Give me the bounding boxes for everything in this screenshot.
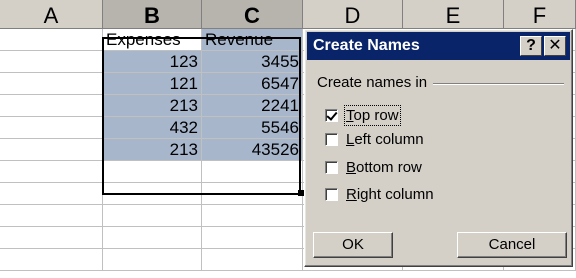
left-column-option[interactable]: Left column (325, 128, 424, 150)
column-header-d[interactable]: D (303, 0, 403, 29)
cell-c[interactable]: 2241 (202, 95, 303, 117)
cell-c[interactable] (202, 183, 303, 205)
column-header-label: D (344, 3, 361, 28)
right-column-option[interactable]: Right column (325, 183, 434, 205)
group-label: Create names in (317, 74, 434, 91)
bottom-row-label: Bottom row (346, 158, 422, 176)
right-column-label: Right column (346, 185, 434, 203)
cell-a[interactable] (0, 249, 103, 271)
help-button[interactable]: ? (520, 36, 542, 56)
cell-c[interactable] (202, 161, 303, 183)
cell-c[interactable] (202, 227, 303, 249)
cell-b[interactable] (103, 249, 202, 271)
cell-a[interactable] (0, 227, 103, 249)
bottom-row-checkbox[interactable] (325, 160, 338, 174)
cell-c[interactable] (202, 249, 303, 271)
cell-b[interactable]: 123 (103, 51, 202, 73)
top-row-option[interactable]: Top row (325, 104, 401, 126)
column-header-label: C (244, 3, 260, 28)
cell-a[interactable] (0, 205, 103, 227)
cell-b[interactable]: 121 (103, 73, 202, 95)
column-header-a[interactable]: A (0, 0, 103, 29)
cell-a[interactable] (0, 183, 103, 205)
cell-a[interactable] (0, 95, 103, 117)
cell-a[interactable] (0, 51, 103, 73)
dialog-title: Create Names (313, 37, 420, 54)
cell-c[interactable]: 43526 (202, 139, 303, 161)
column-headers: A B C D E F (0, 0, 576, 30)
top-row-checkbox[interactable] (325, 108, 338, 122)
cell-b[interactable]: Expenses (103, 29, 202, 51)
cell-b[interactable]: 213 (103, 95, 202, 117)
cell-b[interactable]: 432 (103, 117, 202, 139)
cell-c[interactable]: 3455 (202, 51, 303, 73)
left-column-checkbox[interactable] (325, 132, 338, 146)
column-header-label: A (43, 3, 59, 28)
cell-a[interactable] (0, 73, 103, 95)
cell-b[interactable] (103, 161, 202, 183)
right-column-checkbox[interactable] (325, 187, 338, 201)
cell-c[interactable]: 6547 (202, 73, 303, 95)
close-icon[interactable]: ✕ (544, 36, 566, 56)
column-header-e[interactable]: E (403, 0, 504, 29)
top-row-label: Top row (344, 104, 401, 126)
bottom-row-option[interactable]: Bottom row (325, 156, 422, 178)
cell-a[interactable] (0, 117, 103, 139)
dialog-title-bar[interactable]: Create Names ? ✕ (307, 32, 570, 60)
cell-c[interactable]: Revenue (202, 29, 303, 51)
cell-a[interactable] (0, 161, 103, 183)
cell-b[interactable] (103, 205, 202, 227)
cell-a[interactable] (0, 29, 103, 51)
cell-b[interactable] (103, 183, 202, 205)
create-names-dialog: Create Names ? ✕ Create names in Top row… (304, 29, 573, 267)
column-header-label: F (532, 3, 547, 28)
ok-button[interactable]: OK (313, 232, 393, 258)
cell-c[interactable]: 5546 (202, 117, 303, 139)
column-header-f[interactable]: F (504, 0, 576, 29)
column-header-c[interactable]: C (202, 0, 303, 29)
cancel-button[interactable]: Cancel (457, 232, 567, 258)
cell-c[interactable] (202, 205, 303, 227)
column-header-b[interactable]: B (103, 0, 202, 29)
cell-a[interactable] (0, 139, 103, 161)
column-header-label: B (144, 3, 160, 28)
cell-b[interactable] (103, 227, 202, 249)
cell-b[interactable]: 213 (103, 139, 202, 161)
left-column-label: Left column (346, 130, 424, 148)
column-header-label: E (445, 3, 461, 28)
